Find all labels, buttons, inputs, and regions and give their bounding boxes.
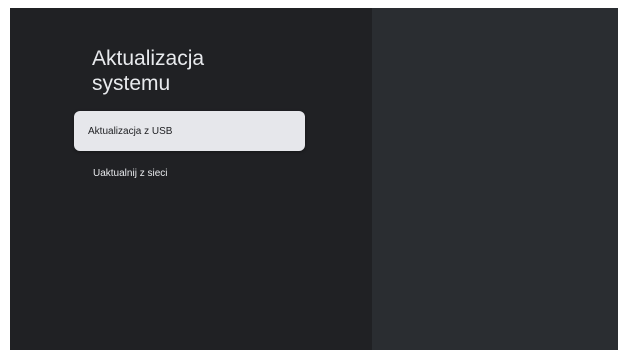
settings-panel: Aktualizacja systemu Aktualizacja z USB …: [10, 8, 372, 350]
tv-screen: Aktualizacja systemu Aktualizacja z USB …: [10, 8, 618, 350]
detail-pane: [372, 8, 618, 350]
menu-item-label: Aktualizacja z USB: [88, 125, 173, 137]
page-title: Aktualizacja systemu: [92, 47, 205, 95]
menu-item-label: Uaktualnij z sieci: [93, 167, 168, 179]
menu-item-network-update[interactable]: Uaktualnij z sieci: [74, 153, 305, 193]
menu-item-usb-update[interactable]: Aktualizacja z USB: [74, 111, 305, 151]
